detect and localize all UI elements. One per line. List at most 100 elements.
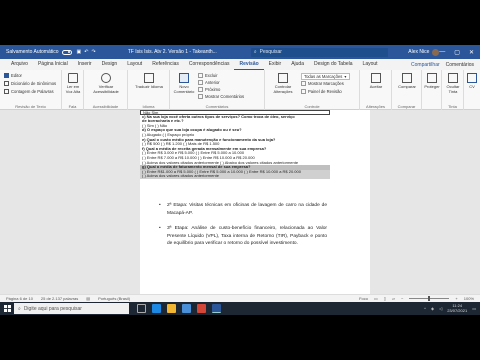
zoom-out-button[interactable]: −	[401, 296, 403, 301]
avatar[interactable]	[432, 48, 440, 56]
proofing-icon[interactable]: ▤	[86, 296, 90, 301]
user-name[interactable]: Alex Nice	[408, 49, 429, 55]
web-layout-icon[interactable]: ▱	[392, 296, 395, 301]
track-changes-button[interactable]: Controlar Alterações	[268, 73, 298, 94]
protect-label: Proteger	[424, 84, 440, 89]
tab-revisao[interactable]: Revisão	[234, 59, 264, 70]
tab-referencias[interactable]: Referências	[147, 59, 184, 70]
autosave-toggle[interactable]	[61, 49, 72, 55]
document-title: TF Isis Isis. Atv 2. Versão 1 - Takeanth…	[127, 49, 217, 55]
windows-icon	[3, 305, 11, 312]
chevron-up-icon[interactable]: ^	[424, 306, 426, 311]
show-comments-button[interactable]: Mostrar Comentários	[198, 94, 244, 99]
document-page[interactable]: Não Sim c) Na sua loja você oferta outro…	[140, 110, 370, 294]
language[interactable]: Português (Brasil)	[98, 296, 130, 301]
new-comment-label: Novo Comentário	[173, 84, 195, 94]
check-accessibility-label: Verificar Acessibilidade	[93, 84, 119, 94]
word-count-button[interactable]: Contagem de Palavras	[4, 89, 54, 94]
zoom-in-button[interactable]: +	[455, 296, 457, 301]
thesaurus-button[interactable]: Dicionário de Sinônimos	[4, 81, 56, 86]
markup-dropdown-value: Todas as Marcações	[304, 74, 343, 79]
taskbar-search-placeholder: Digite aqui para pesquisar	[23, 305, 82, 312]
zoom-level[interactable]: 100%	[464, 296, 474, 301]
new-comment-icon	[179, 73, 189, 83]
tab-design[interactable]: Design	[97, 59, 123, 70]
accept-label: Aceitar	[369, 84, 383, 89]
paragraph-etapa-2: • 2ª Etapa: Visitas técnicas em oficinas…	[159, 202, 327, 217]
delete-comment-button[interactable]: Excluir	[198, 73, 218, 78]
new-comment-button[interactable]: Novo Comentário	[173, 73, 195, 94]
reviewing-pane-button[interactable]: Painel de Revisão	[301, 89, 342, 94]
page-count[interactable]: Página 6 de 10	[6, 296, 33, 301]
comments-button[interactable]: Comentários	[446, 62, 474, 68]
tab-ajuda[interactable]: Ajuda	[286, 59, 309, 70]
previous-comment-button[interactable]: Anterior	[198, 80, 220, 85]
clock-date: 23/07/2021	[447, 307, 468, 313]
minimize-button[interactable]: —	[439, 49, 445, 56]
start-button[interactable]	[0, 302, 14, 315]
word-icon[interactable]	[212, 304, 221, 313]
word-count[interactable]: 25 de 2.137 palavras	[41, 296, 78, 301]
redo-icon[interactable]: ↷	[91, 49, 95, 55]
tab-arquivo[interactable]: Arquivo	[6, 59, 33, 70]
tab-inserir[interactable]: Inserir	[73, 59, 97, 70]
zoom-slider[interactable]	[409, 296, 450, 301]
group-label: Controle	[304, 104, 320, 109]
ribbon: Editor Dicionário de Sinônimos Contagem …	[0, 70, 480, 110]
group-comentarios: Novo Comentário Excluir Anterior Próximo…	[170, 70, 265, 110]
notifications-icon[interactable]: ▭	[472, 306, 476, 311]
tab-exibir[interactable]: Exibir	[264, 59, 287, 70]
check-accessibility-button[interactable]: Verificar Acessibilidade	[88, 73, 124, 94]
focus-button[interactable]: Foco	[359, 296, 368, 301]
title-search-box[interactable]: ⌕ Pesquisar	[250, 47, 389, 57]
markup-dropdown[interactable]: Todas as Marcações ▾	[301, 73, 350, 80]
tab-layout-tabela[interactable]: Layout	[358, 59, 383, 70]
compare-icon	[402, 73, 412, 83]
save-icon[interactable]: ▣	[77, 49, 82, 55]
next-comment-button[interactable]: Próximo	[198, 87, 220, 92]
tab-correspondencias[interactable]: Correspondências	[184, 59, 235, 70]
volume-icon[interactable]: ◁	[439, 306, 442, 311]
file-explorer-icon[interactable]	[167, 304, 176, 313]
delete-icon	[198, 73, 203, 78]
read-aloud-button[interactable]: Ler em Voz Alta	[64, 73, 82, 94]
maximize-button[interactable]: ▢	[454, 49, 460, 56]
previous-icon	[198, 80, 203, 85]
group-comparar: Comparar Comparar	[392, 70, 422, 110]
undo-icon[interactable]: ↶	[84, 49, 88, 55]
cv-icon	[467, 73, 477, 83]
cv-button[interactable]: CV	[465, 73, 479, 90]
print-layout-icon[interactable]: ▯	[384, 296, 386, 301]
zoom-slider-knob[interactable]	[428, 296, 431, 301]
survey-table[interactable]: Não Sim c) Na sua loja você oferta outro…	[140, 110, 330, 179]
editor-label: Editor	[11, 73, 22, 78]
paragraph-text: 3ª Etapa: Análise de custo-benefício fin…	[167, 226, 327, 246]
clock[interactable]: 11:24 23/07/2021	[447, 303, 468, 313]
tab-layout[interactable]: Layout	[122, 59, 147, 70]
accept-button[interactable]: Aceitar	[363, 73, 389, 90]
chrome-icon[interactable]	[197, 304, 206, 313]
tab-pagina-inicial[interactable]: Página Inicial	[33, 59, 73, 70]
hide-ink-button[interactable]: Ocultar Tinta	[444, 73, 462, 94]
compare-button[interactable]: Comparar	[394, 73, 420, 90]
close-button[interactable]: ✕	[469, 49, 474, 56]
show-markup-button[interactable]: Mostrar Marcações	[301, 81, 344, 86]
network-icon[interactable]: ◈	[431, 306, 434, 311]
protect-button[interactable]: Proteger	[423, 73, 441, 90]
previous-comment-label: Anterior	[205, 80, 220, 85]
store-icon[interactable]	[182, 304, 191, 313]
edge-icon[interactable]	[152, 304, 161, 313]
share-button[interactable]: Compartilhar	[411, 62, 440, 68]
taskbar-search-input[interactable]: ⌕ Digite aqui para pesquisar	[14, 303, 129, 314]
group-proteger: Proteger	[422, 70, 442, 110]
show-markup-label: Mostrar Marcações	[308, 81, 344, 86]
editor-button[interactable]: Editor	[4, 73, 22, 78]
read-aloud-icon	[68, 73, 78, 83]
ribbon-tab-bar: Arquivo Página Inicial Inserir Design La…	[0, 59, 480, 70]
tab-design-da-tabela[interactable]: Design do Tabela	[309, 59, 358, 70]
translate-button[interactable]: Traduzir Idioma	[131, 73, 167, 90]
status-bar: Página 6 de 10 25 de 2.137 palavras ▤ Po…	[0, 294, 480, 302]
group-label: Comparar	[397, 104, 416, 109]
task-view-icon[interactable]	[137, 304, 146, 313]
read-mode-icon[interactable]: ▭	[374, 296, 378, 301]
